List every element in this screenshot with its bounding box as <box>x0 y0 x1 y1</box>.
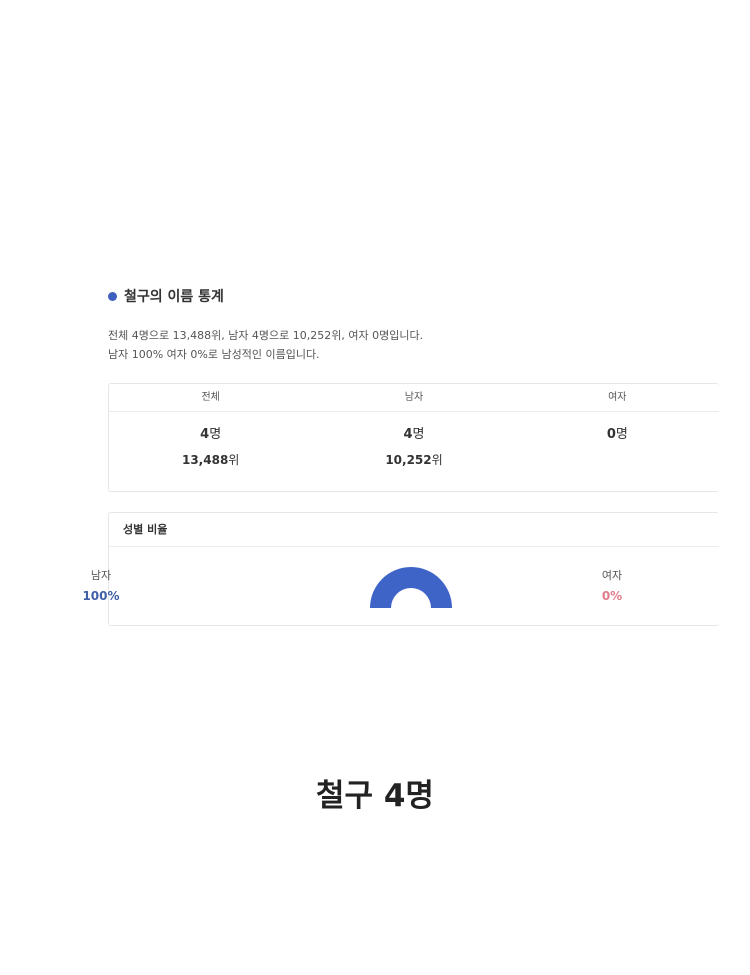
rank-unit: 위 <box>431 453 443 467</box>
count-total: 4 <box>200 427 210 442</box>
rank-total: 13,488 <box>181 453 229 467</box>
gender-ratio-gauge <box>370 567 452 608</box>
count-unit: 명 <box>209 427 222 442</box>
header-male: 남자 <box>404 392 424 403</box>
gender-ratio-title: 성별 비율 <box>109 513 719 547</box>
count-total-cell: 4명 <box>109 412 312 444</box>
male-ratio: 남자 100% <box>41 568 161 605</box>
male-ratio-label: 남자 <box>90 569 112 582</box>
gauge-male-arc <box>370 567 452 608</box>
rank-unit: 위 <box>228 453 240 467</box>
count-unit: 명 <box>615 427 628 442</box>
rank-female-cell <box>516 444 719 469</box>
rank-total-cell: 13,488위 <box>109 444 312 469</box>
rank-male-cell: 10,252위 <box>312 444 515 469</box>
header-female: 여자 <box>608 392 627 403</box>
bullet-dot-icon <box>108 291 117 301</box>
stats-table: 전체 남자 여자 4명 4명 0명 13,488위 10,252위 <box>108 383 719 492</box>
count-female: 0 <box>606 427 616 442</box>
rank-male: 10,252 <box>385 453 432 467</box>
header-total: 전체 <box>201 392 220 403</box>
rank-row: 13,488위 10,252위 <box>109 444 719 469</box>
count-female-cell: 0명 <box>516 412 719 444</box>
count-male-cell: 4명 <box>312 412 515 444</box>
male-ratio-percent: 100% <box>82 589 120 603</box>
count-male: 4 <box>403 427 413 442</box>
stats-header-row: 전체 남자 여자 <box>109 384 719 412</box>
summary-line-1: 전체 4명으로 13,488위, 남자 4명으로 10,252위, 여자 0명입… <box>108 329 424 342</box>
section-title: 철구의 이름 통계 <box>108 286 224 306</box>
section-title-text: 철구의 이름 통계 <box>124 289 224 305</box>
female-ratio-label: 여자 <box>601 569 623 582</box>
name-count-caption: 철구 4명 <box>316 778 434 814</box>
female-ratio-percent: 0% <box>601 589 623 603</box>
count-unit: 명 <box>412 427 425 442</box>
summary-line-2: 남자 100% 여자 0%로 남성적인 이름입니다. <box>108 348 320 361</box>
summary-text: 전체 4명으로 13,488위, 남자 4명으로 10,252위, 여자 0명입… <box>108 326 423 364</box>
female-ratio: 여자 0% <box>552 568 672 605</box>
count-row: 4명 4명 0명 <box>109 412 719 444</box>
